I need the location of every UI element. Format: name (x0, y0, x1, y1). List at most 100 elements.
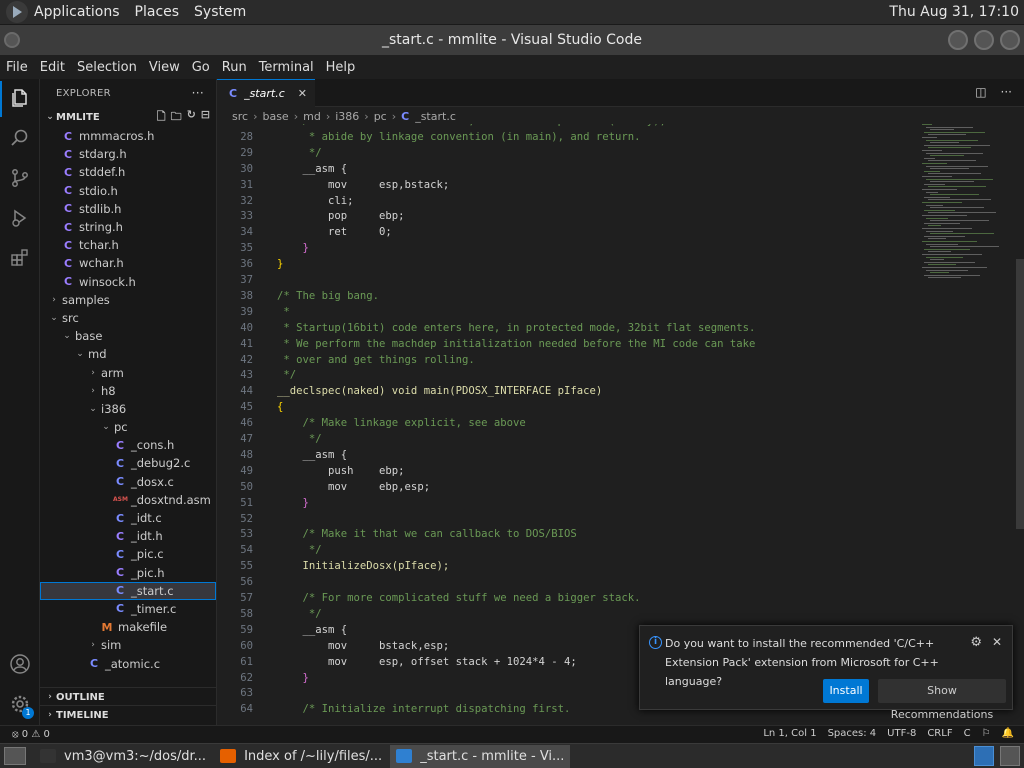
more-actions-icon[interactable]: ··· (1001, 85, 1012, 99)
breadcrumb-item[interactable]: md (303, 110, 321, 123)
menu-help[interactable]: Help (320, 60, 362, 75)
menu-selection[interactable]: Selection (71, 60, 143, 75)
menu-view[interactable]: View (143, 60, 186, 75)
file-item[interactable]: C _pic.h (40, 564, 216, 582)
maximize-button[interactable] (974, 30, 994, 50)
file-item[interactable]: Ctchar.h (40, 236, 216, 254)
menu-terminal[interactable]: Terminal (253, 60, 320, 75)
menu-file[interactable]: File (0, 60, 34, 75)
breadcrumb-item[interactable]: src (232, 110, 248, 123)
file-item[interactable]: Cwinsock.h (40, 273, 216, 291)
clock[interactable]: Thu Aug 31, 17:10 (889, 4, 1019, 20)
new-file-icon[interactable]: 🗋 (157, 108, 166, 127)
file-item[interactable]: C _atomic.c (40, 654, 216, 672)
source-control-icon[interactable] (8, 167, 32, 191)
timeline-section[interactable]: › TIMELINE (40, 705, 216, 724)
menu-go[interactable]: Go (186, 60, 216, 75)
file-item[interactable]: C _pic.c (40, 545, 216, 563)
system-menu[interactable]: System (194, 4, 246, 20)
gnome-logo-icon[interactable] (6, 1, 28, 23)
folder-item[interactable]: ⌄ base (40, 327, 216, 345)
file-item[interactable]: Cstring.h (40, 218, 216, 236)
minimap-line (924, 157, 935, 159)
encoding[interactable]: UTF-8 (887, 728, 916, 739)
close-tab-icon[interactable]: ✕ (298, 87, 307, 100)
breadcrumb-item[interactable]: pc (374, 110, 387, 123)
file-item[interactable]: C _dosx.c (40, 473, 216, 491)
files-icon[interactable] (0, 81, 32, 117)
minimize-button[interactable] (948, 30, 968, 50)
new-folder-icon[interactable]: 🗀 (171, 108, 182, 127)
folder-item[interactable]: › arm (40, 363, 216, 381)
folder-item[interactable]: ⌄ i386 (40, 400, 216, 418)
refresh-icon[interactable]: ↻ (187, 108, 196, 127)
taskbar-item[interactable]: Index of /~lily/files/... (214, 745, 388, 768)
breadcrumb-item[interactable]: _start.c (415, 110, 456, 123)
notifications-bell-icon[interactable]: 🔔 (1002, 728, 1014, 739)
split-editor-icon[interactable]: ◫ (975, 85, 986, 99)
extensions-icon[interactable] (8, 247, 32, 271)
tree-item-label: wchar.h (79, 256, 124, 271)
show-recommendations-button[interactable]: Show Recommendations (878, 679, 1006, 721)
breadcrumb-item[interactable]: base (262, 110, 288, 123)
outline-section[interactable]: › OUTLINE (40, 687, 216, 706)
folder-item[interactable]: ⌄ src (40, 309, 216, 327)
install-button[interactable]: Install (823, 679, 869, 703)
collapse-all-icon[interactable]: ⊟ (201, 108, 210, 127)
file-item[interactable]: C _idt.h (40, 527, 216, 545)
breadcrumb-separator: › (364, 110, 369, 123)
folder-item[interactable]: ⌄ pc (40, 418, 216, 436)
editor-scrollbar[interactable] (1016, 259, 1024, 529)
file-item[interactable]: Cstdlib.h (40, 200, 216, 218)
end-of-line[interactable]: CRLF (927, 728, 952, 739)
show-desktop-button[interactable] (4, 747, 26, 765)
feedback-icon[interactable]: ⚐ (982, 728, 991, 739)
file-item[interactable]: Cstdio.h (40, 182, 216, 200)
folder-item[interactable]: › sim (40, 636, 216, 654)
explorer-more-button[interactable]: ··· (192, 86, 204, 100)
close-window-button[interactable] (1000, 30, 1020, 50)
close-icon[interactable]: ✕ (992, 635, 1002, 649)
window-titlebar[interactable]: _start.c - mmlite - Visual Studio Code (0, 25, 1024, 55)
menu-run[interactable]: Run (216, 60, 253, 75)
indentation[interactable]: Spaces: 4 (828, 728, 877, 739)
file-item[interactable]: Cmmmacros.h (40, 127, 216, 145)
file-item[interactable]: C _timer.c (40, 600, 216, 618)
file-item[interactable]: C _start.c (40, 581, 216, 600)
gear-icon[interactable]: ⚙ (970, 635, 982, 650)
c-file-icon: C (63, 202, 73, 216)
folder-item[interactable]: › samples (40, 291, 216, 309)
workspace-1-icon[interactable] (974, 746, 994, 766)
file-item[interactable]: Cstdarg.h (40, 145, 216, 163)
account-icon[interactable] (8, 653, 32, 677)
line-number: 64 (240, 703, 253, 716)
file-item[interactable]: C _cons.h (40, 436, 216, 454)
places-menu[interactable]: Places (135, 4, 180, 20)
settings-gear-icon[interactable]: 1 (8, 693, 34, 719)
minimap[interactable] (917, 124, 1012, 324)
file-item[interactable]: Mmakefile (40, 618, 216, 636)
taskbar-item[interactable]: vm3@vm3:~/dos/dr... (34, 745, 212, 768)
run-debug-icon[interactable] (8, 207, 32, 231)
file-item[interactable]: C _debug2.c (40, 454, 216, 472)
workspace-2-icon[interactable] (1000, 746, 1020, 766)
file-item[interactable]: Cwchar.h (40, 254, 216, 272)
tab-start-c[interactable]: C _start.c ✕ (217, 79, 315, 107)
taskbar-item[interactable]: _start.c - mmlite - Vi... (390, 744, 571, 768)
file-item[interactable]: C _idt.c (40, 509, 216, 527)
cursor-position[interactable]: Ln 1, Col 1 (763, 728, 816, 739)
problems-indicator[interactable]: ⦻ 0 ⚠ 0 (0, 729, 50, 740)
language-mode[interactable]: C (964, 728, 971, 739)
file-item[interactable]: ASM _dosxtnd.asm (40, 491, 216, 509)
minimap-line (930, 194, 979, 196)
search-icon[interactable] (8, 127, 32, 151)
workspace-section-header[interactable]: ⌄ MMLITE 🗋 🗀 ↻ ⊟ (40, 107, 216, 127)
file-item[interactable]: Cstddef.h (40, 163, 216, 181)
minimap-line (924, 235, 965, 237)
folder-item[interactable]: ⌄ md (40, 345, 216, 363)
breadcrumb-item[interactable]: i386 (335, 110, 359, 123)
menu-edit[interactable]: Edit (34, 60, 71, 75)
applications-menu[interactable]: Applications (34, 4, 120, 20)
folder-item[interactable]: › h8 (40, 382, 216, 400)
window-menu-icon[interactable] (4, 32, 20, 48)
